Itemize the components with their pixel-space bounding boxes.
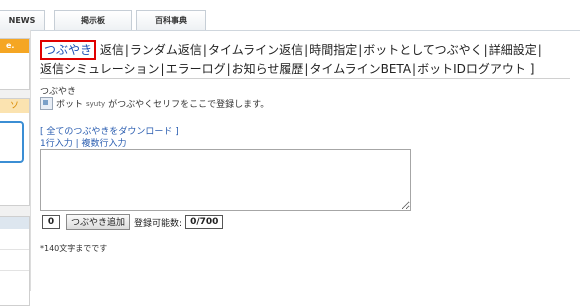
add-tweet-button[interactable]: つぶやき追加 [66,214,131,230]
nav-item-timeline-reply[interactable]: タイムライン返信 [208,43,303,57]
tab-news[interactable]: NEWS [0,10,45,30]
broken-image-icon [40,97,53,110]
capacity-value: 0/700 [185,215,224,229]
char-counter: 0 [42,215,60,229]
nav-closing-bracket: ] [529,62,535,76]
capacity-label: 登録可能数: [134,218,183,229]
main-nav: つぶやき 返信|ランダム返信|タイムライン返信|時間指定|ボットとしてつぶやく|… [40,40,580,78]
nav-item-random-reply[interactable]: ランダム返信 [130,43,202,57]
left-sidebar: e. ソ [0,30,31,306]
nav-item-tweet[interactable]: つぶやき [40,40,97,60]
form-controls: 0 つぶやき追加 登録可能数: 0/700 [42,214,224,230]
nav-item-error-log[interactable]: エラーログ [166,62,226,76]
sidebar-box-3 [0,216,30,306]
multi-line-mode-link[interactable]: 複数行入力 [82,139,127,149]
sidebar-box-1: e. [0,38,30,90]
sidebar-box-3-header [0,217,29,229]
char-limit-note: *140文字までです [40,244,108,253]
tab-bulletin-board[interactable]: 掲示板 [54,10,132,30]
tweet-textarea[interactable] [40,149,411,211]
nav-item-bot-id-logout[interactable]: ボットIDログアウト [417,62,526,76]
bot-id: syuty [86,99,106,108]
nav-item-reply-simulation[interactable]: 返信シミュレーション [40,62,160,76]
top-tab-bar: NEWS 掲示板 百科事典 [0,0,580,31]
input-mode-links: 1行入力 | 複数行入力 [40,139,127,149]
divider [40,78,570,79]
bot-description: ボット syuty がつぶやくセリフをここで登録します。 [40,97,269,110]
nav-item-advanced-settings[interactable]: 詳細設定 [489,43,537,57]
nav-item-timeline-beta[interactable]: タイムラインBETA [309,62,411,76]
bot-description-text: がつぶやくセリフをここで登録します。 [108,100,270,110]
single-line-mode-link[interactable]: 1行入力 [40,139,73,149]
bot-prefix: ボット [56,100,84,110]
sidebar-box-2: ソ [0,98,30,206]
nav-item-reply[interactable]: 返信 [100,43,124,57]
nav-item-time-schedule[interactable]: 時間指定 [309,43,357,57]
tab-encyclopedia[interactable]: 百科事典 [136,10,206,30]
sidebar-blue-panel[interactable] [0,121,24,163]
sidebar-box-1-header: e. [0,39,29,53]
nav-item-notice-history[interactable]: お知らせ履歴 [232,62,304,76]
sidebar-box-2-header: ソ [0,99,29,113]
section-title: つぶやき [40,87,77,97]
nav-item-tweet-as-bot[interactable]: ボットとしてつぶやく [363,43,482,57]
